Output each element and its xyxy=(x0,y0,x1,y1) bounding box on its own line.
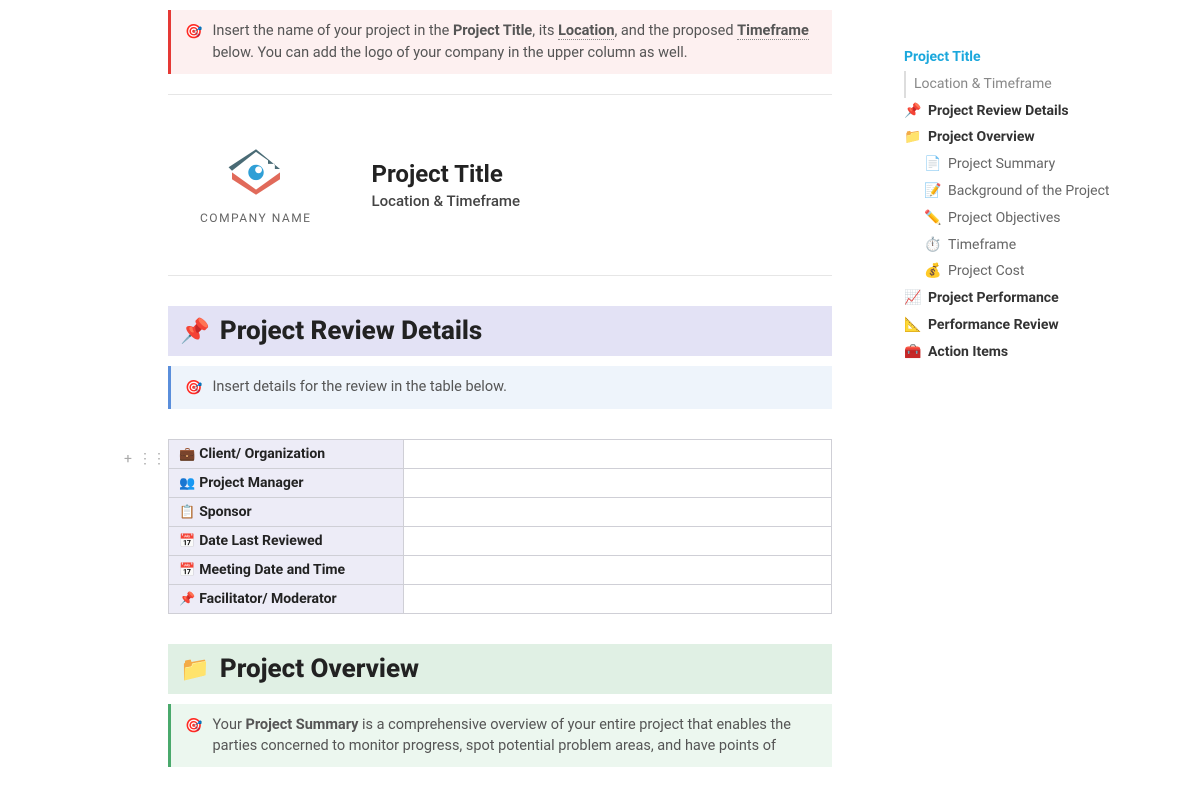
callout-overview: 🎯 Your Project Summary is a comprehensiv… xyxy=(168,704,832,768)
table-row: 📋 Sponsor xyxy=(169,497,832,526)
table-row: 📌 Facilitator/ Moderator xyxy=(169,584,832,613)
table-row: 📅 Date Last Reviewed xyxy=(169,526,832,555)
cell-label: Project Manager xyxy=(199,475,303,491)
pushpin-icon: 📌 xyxy=(904,103,922,120)
review-details-table: 💼 Client/ Organization 👥 Project Manager 📋… xyxy=(168,439,832,614)
project-header: COMPANY NAME Project Title Location & Ti… xyxy=(120,115,880,255)
toc-item-action-items[interactable]: 🧰Action Items xyxy=(900,339,1180,366)
cell-label: Date Last Reviewed xyxy=(199,533,322,549)
toolbox-icon: 🧰 xyxy=(904,344,922,361)
cell-label: Sponsor xyxy=(199,504,251,520)
cell-label: Meeting Date and Time xyxy=(199,562,345,578)
calendar-icon: 📅 xyxy=(179,563,195,578)
toc-item-objectives[interactable]: ✏️Project Objectives xyxy=(900,205,1180,232)
plus-icon[interactable]: + xyxy=(124,451,132,467)
toc-item-cost[interactable]: 💰Project Cost xyxy=(900,258,1180,285)
toc-item-timeframe[interactable]: ⏱️Timeframe xyxy=(900,232,1180,259)
memo-icon: 📝 xyxy=(924,183,942,200)
table-row: 💼 Client/ Organization xyxy=(169,439,832,468)
toc-item-project-title[interactable]: Project Title xyxy=(900,44,1180,71)
project-subtitle[interactable]: Location & Timeframe xyxy=(372,192,521,210)
cell-value[interactable] xyxy=(404,468,832,497)
row-handles[interactable]: + ⋮⋮ xyxy=(124,451,166,467)
callout-overview-text: Your Project Summary is a comprehensive … xyxy=(212,714,818,758)
table-of-contents: Project Title Location & Timeframe 📌Proj… xyxy=(880,0,1200,785)
pushpin-icon: 📌 xyxy=(180,317,210,345)
callout-review-text: Insert details for the review in the tab… xyxy=(212,376,507,398)
toc-item-perf-review[interactable]: 📐Performance Review xyxy=(900,312,1180,339)
pushpin-icon: 📌 xyxy=(179,592,195,607)
target-icon: 🎯 xyxy=(185,22,202,43)
briefcase-icon: 💼 xyxy=(179,447,195,462)
section-title: Project Overview xyxy=(220,654,419,684)
stopwatch-icon: ⏱️ xyxy=(924,237,942,254)
calendar-icon: 📅 xyxy=(179,534,195,549)
target-icon: 🎯 xyxy=(185,716,202,737)
section-header-review: 📌 Project Review Details xyxy=(168,306,832,356)
callout-review: 🎯 Insert details for the review in the t… xyxy=(168,366,832,409)
cell-value[interactable] xyxy=(404,584,832,613)
drag-handle-icon[interactable]: ⋮⋮ xyxy=(138,451,166,467)
folder-icon: 📁 xyxy=(904,129,922,146)
cell-label: Client/ Organization xyxy=(199,446,325,462)
company-name: COMPANY NAME xyxy=(200,211,312,225)
pencil-icon: ✏️ xyxy=(924,210,942,227)
chart-icon: 📈 xyxy=(904,290,922,307)
callout-top-text: Insert the name of your project in the P… xyxy=(212,20,818,64)
table-row: 👥 Project Manager xyxy=(169,468,832,497)
target-icon: 🎯 xyxy=(185,378,202,399)
project-title[interactable]: Project Title xyxy=(372,160,521,188)
section-header-overview: 📁 Project Overview xyxy=(168,644,832,694)
toc-item-background[interactable]: 📝Background of the Project xyxy=(900,178,1180,205)
document-icon: 📄 xyxy=(924,156,942,173)
cell-value[interactable] xyxy=(404,526,832,555)
clipboard-icon: 📋 xyxy=(179,505,195,520)
company-logo-block: COMPANY NAME xyxy=(200,145,312,225)
moneybag-icon: 💰 xyxy=(924,263,942,280)
company-logo-icon xyxy=(211,145,301,205)
cell-value[interactable] xyxy=(404,439,832,468)
callout-top: 🎯 Insert the name of your project in the… xyxy=(168,10,832,74)
document-body: 🎯 Insert the name of your project in the… xyxy=(0,0,880,785)
divider xyxy=(168,275,832,276)
toc-item-review-details[interactable]: 📌Project Review Details xyxy=(900,98,1180,125)
toc-item-summary[interactable]: 📄Project Summary xyxy=(900,151,1180,178)
cell-label: Facilitator/ Moderator xyxy=(199,591,336,607)
cell-value[interactable] xyxy=(404,555,832,584)
table-row: 📅 Meeting Date and Time xyxy=(169,555,832,584)
toc-item-performance[interactable]: 📈Project Performance xyxy=(900,285,1180,312)
cell-value[interactable] xyxy=(404,497,832,526)
ruler-icon: 📐 xyxy=(904,317,922,334)
people-icon: 👥 xyxy=(179,476,195,491)
divider xyxy=(168,94,832,95)
folder-icon: 📁 xyxy=(180,655,210,683)
toc-item-location[interactable]: Location & Timeframe xyxy=(904,71,1180,98)
toc-item-overview[interactable]: 📁Project Overview xyxy=(900,124,1180,151)
section-title: Project Review Details xyxy=(220,316,482,346)
